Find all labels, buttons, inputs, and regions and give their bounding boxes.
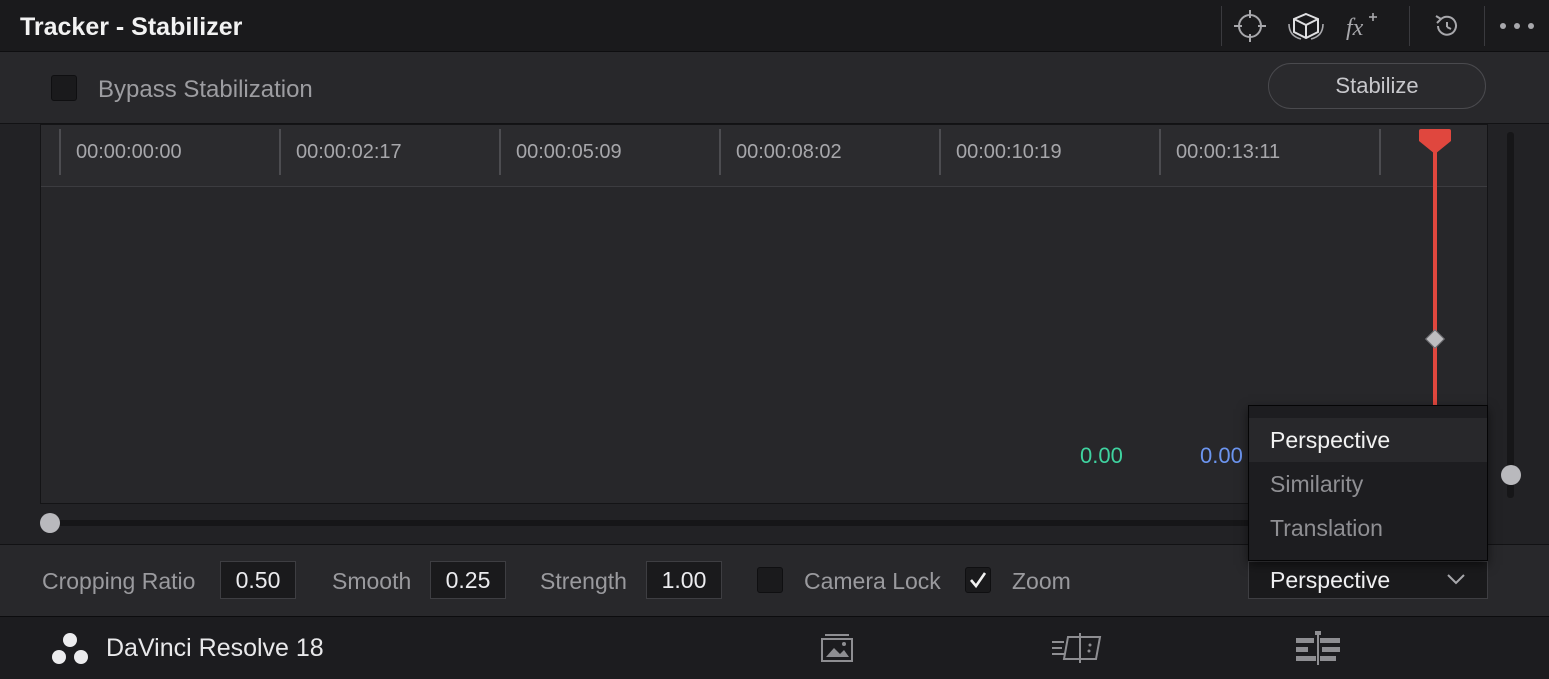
timecode-label: 00:00:08:02 (736, 141, 842, 163)
svg-text:fx: fx (1346, 15, 1364, 41)
more-icon[interactable] (1485, 6, 1549, 46)
ruler-tick (1159, 129, 1161, 175)
checkmark-icon (970, 572, 987, 589)
tracker-stabilizer-panel: Tracker - Stabilizer fx Bypass Stabiliza… (0, 0, 1549, 679)
panel-title: Tracker - Stabilizer (20, 13, 243, 41)
ruler-tick (499, 129, 501, 175)
menu-item-perspective[interactable]: Perspective (1249, 418, 1487, 462)
value-readout-green: 0.00 (1080, 443, 1123, 468)
cropping-ratio-label: Cropping Ratio (42, 568, 196, 594)
app-name: DaVinci Resolve 18 (106, 634, 324, 662)
davinci-logo-icon (52, 633, 88, 664)
horizontal-scrollbar[interactable] (44, 520, 1254, 526)
playhead-line[interactable] (1433, 145, 1437, 407)
vertical-scrollbar[interactable] (1507, 132, 1514, 498)
cut-page-icon[interactable] (1050, 631, 1104, 665)
bottom-bar: DaVinci Resolve 18 (0, 616, 1549, 679)
header-reset-group (1409, 6, 1484, 46)
camera-lock-label: Camera Lock (804, 568, 941, 594)
timecode-label: 00:00:05:09 (516, 141, 622, 163)
cropping-ratio-field[interactable]: 0.50 (220, 561, 296, 599)
strength-label: Strength (540, 568, 627, 594)
timecode-label: 00:00:13:11 (1176, 141, 1281, 163)
panel-header: Tracker - Stabilizer fx (0, 0, 1549, 52)
options-row: Bypass Stabilization Stabilize (0, 52, 1549, 124)
header-tool-group: fx (1221, 6, 1390, 46)
playhead-handle[interactable] (1418, 129, 1452, 155)
bypass-stabilization-label: Bypass Stabilization (98, 76, 313, 103)
edit-page-icon[interactable] (1294, 629, 1342, 667)
stabilization-mode-menu: Perspective Similarity Translation (1248, 405, 1488, 561)
stabilization-mode-value: Perspective (1270, 567, 1391, 593)
fx-icon[interactable]: fx (1334, 6, 1390, 46)
timecode-label: 00:00:02:17 (296, 141, 402, 163)
ruler-tick (279, 129, 281, 175)
keyframe-marker[interactable] (1425, 329, 1445, 349)
3d-cube-icon[interactable] (1278, 6, 1334, 46)
menu-item-similarity[interactable]: Similarity (1249, 462, 1487, 506)
zoom-label: Zoom (1012, 568, 1071, 594)
reset-icon[interactable] (1410, 6, 1484, 46)
timecode-label: 00:00:00:00 (76, 141, 182, 163)
timecode-label: 00:00:10:19 (956, 141, 1062, 163)
timecode-ruler[interactable]: 00:00:00:00 00:00:02:17 00:00:05:09 00:0… (41, 125, 1487, 187)
media-page-icon[interactable] (818, 631, 856, 665)
strength-field[interactable]: 1.00 (646, 561, 722, 599)
ruler-tick (1379, 129, 1381, 175)
smooth-label: Smooth (332, 568, 412, 594)
chevron-down-icon (1447, 574, 1465, 585)
vertical-zoom-handle[interactable] (1501, 465, 1521, 485)
header-more-group (1484, 6, 1549, 46)
ruler-tick (59, 129, 61, 175)
ruler-tick (719, 129, 721, 175)
stabilization-mode-select[interactable]: Perspective (1248, 561, 1488, 599)
value-readout-blue: 0.00 (1200, 443, 1243, 468)
camera-lock-checkbox[interactable] (757, 567, 783, 593)
horizontal-zoom-handle[interactable] (40, 513, 60, 533)
bypass-stabilization-checkbox[interactable] (51, 75, 77, 101)
menu-item-translation[interactable]: Translation (1249, 506, 1487, 550)
target-icon[interactable] (1222, 6, 1278, 46)
zoom-checkbox[interactable] (965, 567, 991, 593)
ruler-tick (939, 129, 941, 175)
stabilize-button[interactable]: Stabilize (1268, 63, 1486, 109)
smooth-field[interactable]: 0.25 (430, 561, 506, 599)
